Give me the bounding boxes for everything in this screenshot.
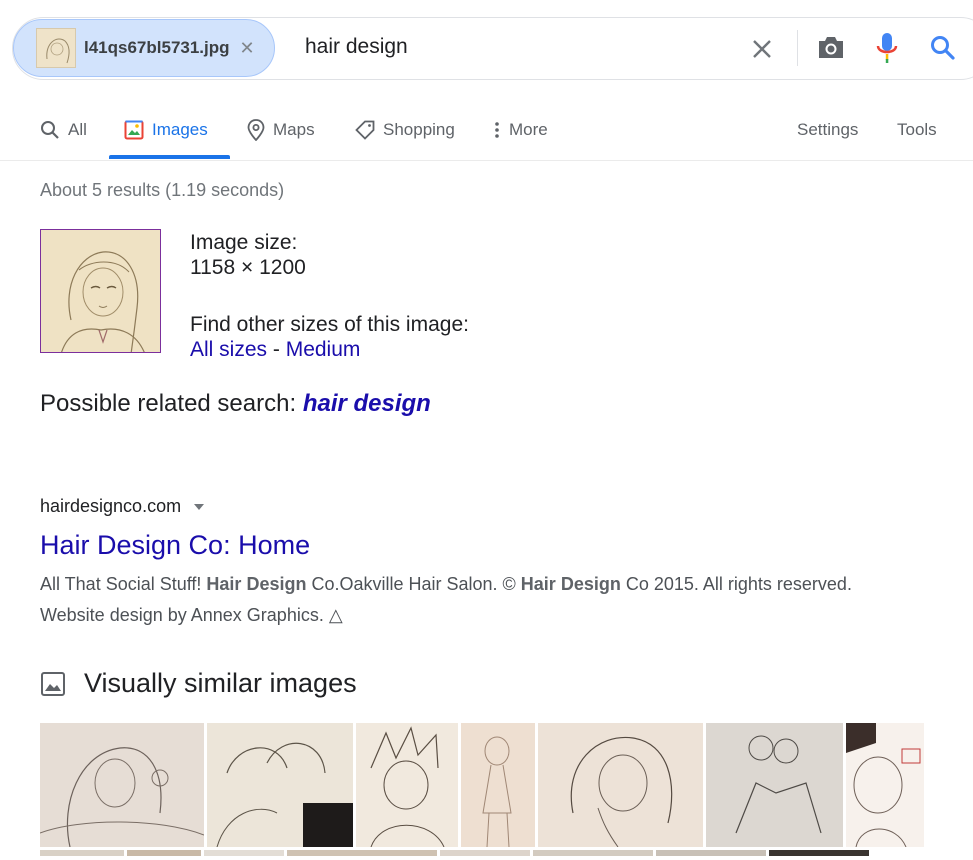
tab-shopping-label: Shopping bbox=[383, 120, 455, 139]
query-image-thumbnail[interactable] bbox=[40, 229, 161, 353]
camera-icon[interactable] bbox=[814, 32, 848, 64]
tab-more-label: More bbox=[509, 120, 548, 139]
other-sizes-label: Find other sizes of this image: bbox=[190, 313, 469, 336]
similar-image[interactable] bbox=[538, 723, 703, 847]
similar-image[interactable] bbox=[356, 723, 458, 847]
search-icon bbox=[40, 120, 60, 140]
map-pin-icon bbox=[247, 119, 265, 141]
tag-icon bbox=[355, 120, 375, 140]
result-title-link[interactable]: Hair Design Co: Home bbox=[40, 530, 310, 561]
similar-images-row-2 bbox=[40, 850, 869, 860]
tools-link[interactable]: Tools bbox=[897, 100, 937, 160]
search-submit-icon[interactable] bbox=[928, 33, 958, 63]
similar-image[interactable] bbox=[40, 850, 124, 856]
similar-image[interactable] bbox=[769, 850, 869, 856]
image-search-chip[interactable]: l41qs67bl5731.jpg ✕ bbox=[13, 19, 275, 77]
similar-images-row bbox=[40, 723, 924, 847]
snippet-highlight: Hair Design bbox=[520, 574, 621, 594]
tools-label: Tools bbox=[897, 120, 937, 139]
tab-maps-label: Maps bbox=[273, 120, 315, 139]
similar-image[interactable] bbox=[204, 850, 284, 856]
chip-thumbnail bbox=[36, 28, 76, 68]
search-tabs: All Images Maps Shopping More Settings T… bbox=[0, 100, 973, 161]
visually-similar-title: Visually similar images bbox=[84, 668, 357, 698]
snippet-text: All That Social Stuff! bbox=[40, 574, 207, 594]
similar-image[interactable] bbox=[706, 723, 843, 847]
similar-image[interactable] bbox=[846, 723, 924, 847]
search-input[interactable]: hair design bbox=[305, 35, 408, 59]
visually-similar-heading: Visually similar images bbox=[40, 668, 357, 699]
image-outline-icon bbox=[40, 671, 66, 697]
snippet-highlight: Hair Design bbox=[206, 574, 307, 594]
similar-image[interactable] bbox=[656, 850, 766, 856]
tab-images[interactable]: Images bbox=[124, 100, 208, 160]
active-tab-indicator bbox=[109, 155, 230, 159]
similar-image[interactable] bbox=[207, 723, 353, 847]
related-search-prefix: Possible related search: bbox=[40, 390, 303, 417]
tab-all[interactable]: All bbox=[40, 100, 87, 160]
search-divider bbox=[797, 30, 798, 66]
tab-shopping[interactable]: Shopping bbox=[355, 100, 455, 160]
similar-image[interactable] bbox=[461, 723, 535, 847]
medium-size-link[interactable]: Medium bbox=[286, 338, 361, 361]
snippet-text: Co.Oakville Hair Salon. © bbox=[306, 574, 521, 594]
more-vert-icon bbox=[493, 121, 501, 139]
similar-image[interactable] bbox=[127, 850, 201, 856]
other-sizes-links: All sizes - Medium bbox=[190, 338, 360, 362]
tab-images-label: Images bbox=[152, 120, 208, 139]
tab-maps[interactable]: Maps bbox=[247, 100, 315, 160]
settings-link[interactable]: Settings bbox=[797, 100, 858, 160]
result-cite[interactable]: hairdesignco.com bbox=[40, 496, 205, 517]
similar-image[interactable] bbox=[533, 850, 653, 856]
remove-image-icon[interactable]: ✕ bbox=[240, 38, 255, 59]
similar-image[interactable] bbox=[440, 850, 530, 856]
result-snippet: All That Social Stuff! Hair Design Co.Oa… bbox=[40, 569, 860, 631]
sizes-separator: - bbox=[267, 338, 286, 361]
image-size-label: Image size: bbox=[190, 231, 298, 254]
dropdown-arrow-icon[interactable] bbox=[193, 503, 205, 511]
related-search: Possible related search: hair design bbox=[40, 390, 431, 418]
translate-glyph[interactable]: △ bbox=[329, 605, 343, 625]
similar-image[interactable] bbox=[40, 723, 204, 847]
microphone-icon[interactable] bbox=[872, 30, 902, 66]
related-search-link[interactable]: hair design bbox=[303, 390, 431, 417]
chip-filename: l41qs67bl5731.jpg bbox=[84, 38, 230, 57]
settings-label: Settings bbox=[797, 120, 859, 139]
result-cite-url: hairdesignco.com bbox=[40, 496, 182, 516]
all-sizes-link[interactable]: All sizes bbox=[190, 338, 267, 361]
tab-more[interactable]: More bbox=[493, 100, 548, 160]
result-stats: About 5 results (1.19 seconds) bbox=[40, 180, 285, 200]
similar-image[interactable] bbox=[287, 850, 437, 856]
clear-search-icon[interactable] bbox=[747, 34, 777, 64]
image-icon bbox=[124, 120, 144, 140]
tab-all-label: All bbox=[68, 120, 87, 139]
image-size-value: 1158 × 1200 bbox=[190, 256, 306, 279]
